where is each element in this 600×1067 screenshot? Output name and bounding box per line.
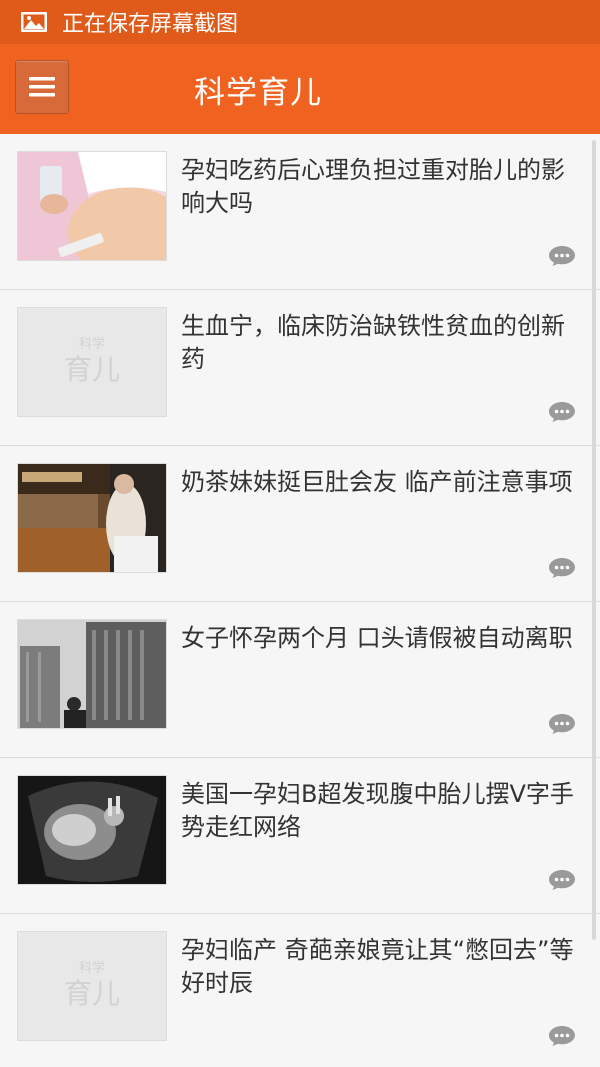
scrollbar[interactable] bbox=[592, 140, 596, 940]
placeholder-big-text: 育儿 bbox=[63, 353, 120, 386]
ultrasound-photo bbox=[18, 776, 166, 884]
article-title[interactable]: 奶茶妹妹挺巨肚会友 临产前注意事项 bbox=[181, 466, 586, 499]
article-thumbnail bbox=[17, 775, 167, 885]
buildings-photo bbox=[18, 620, 166, 728]
article-list[interactable]: 孕妇吃药后心理负担过重对胎儿的影响大吗 科学 育儿 生血宁，临床防治缺铁性贫血的… bbox=[0, 134, 600, 1067]
image-icon bbox=[21, 12, 47, 32]
article-thumbnail bbox=[17, 619, 167, 729]
article-title[interactable]: 孕妇临产 奇葩亲娘竟让其“憋回去”等好时辰 bbox=[181, 934, 586, 1000]
comment-icon[interactable] bbox=[548, 557, 576, 579]
list-item[interactable]: 科学 育儿 生血宁，临床防治缺铁性贫血的创新药 bbox=[0, 290, 600, 446]
article-thumbnail bbox=[17, 463, 167, 573]
article-thumbnail: 科学 育儿 bbox=[17, 931, 167, 1041]
pregnant-belly-photo bbox=[18, 152, 166, 260]
status-bar: 正在保存屏幕截图 bbox=[0, 0, 600, 44]
placeholder-image: 科学 育儿 bbox=[18, 932, 166, 1040]
article-title[interactable]: 美国一孕妇B超发现腹中胎儿摆V字手势走红网络 bbox=[181, 778, 586, 844]
placeholder-small-text: 科学 bbox=[78, 961, 105, 976]
list-item[interactable]: 科学 育儿 孕妇临产 奇葩亲娘竟让其“憋回去”等好时辰 bbox=[0, 914, 600, 1067]
page-title: 科学育儿 bbox=[194, 74, 322, 111]
list-item[interactable]: 孕妇吃药后心理负担过重对胎儿的影响大吗 bbox=[0, 134, 600, 290]
article-title[interactable]: 生血宁，临床防治缺铁性贫血的创新药 bbox=[181, 310, 586, 376]
app-bar: 科学育儿 bbox=[0, 44, 600, 134]
list-item[interactable]: 美国一孕妇B超发现腹中胎儿摆V字手势走红网络 bbox=[0, 758, 600, 914]
placeholder-big-text: 育儿 bbox=[63, 977, 120, 1010]
status-text: 正在保存屏幕截图 bbox=[62, 12, 239, 37]
article-thumbnail: 科学 育儿 bbox=[17, 307, 167, 417]
list-item[interactable]: 奶茶妹妹挺巨肚会友 临产前注意事项 bbox=[0, 446, 600, 602]
article-thumbnail bbox=[17, 151, 167, 261]
article-title[interactable]: 孕妇吃药后心理负担过重对胎儿的影响大吗 bbox=[181, 154, 586, 220]
comment-icon[interactable] bbox=[548, 869, 576, 891]
list-item[interactable]: 女子怀孕两个月 口头请假被自动离职 bbox=[0, 602, 600, 758]
placeholder-small-text: 科学 bbox=[78, 337, 105, 352]
placeholder-image: 科学 育儿 bbox=[18, 308, 166, 416]
article-title[interactable]: 女子怀孕两个月 口头请假被自动离职 bbox=[181, 622, 586, 655]
comment-icon[interactable] bbox=[548, 245, 576, 267]
comment-icon[interactable] bbox=[548, 713, 576, 735]
comment-icon[interactable] bbox=[548, 1025, 576, 1047]
restaurant-photo bbox=[18, 464, 166, 572]
comment-icon[interactable] bbox=[548, 401, 576, 423]
